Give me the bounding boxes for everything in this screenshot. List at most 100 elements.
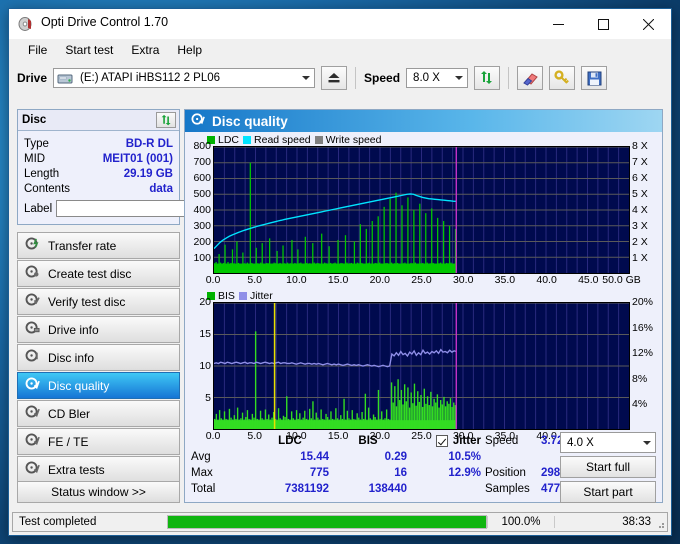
window-title: Opti Drive Control 1.70 [41,15,169,29]
max-bis: 16 [394,467,407,479]
statistics-table: LDC BIS Jitter Avg 15.44 0.29 10.5% Max … [191,433,481,497]
sidebar-item-verify-test-disc[interactable]: Verify test disc [17,288,180,315]
legend-item-ldc: LDC [207,134,239,146]
sidebar-item-transfer-rate[interactable]: Transfer rate [17,232,180,259]
total-ldc: 7381192 [284,483,329,495]
sidebar-item-drive-info[interactable]: Drive info [17,316,180,343]
legend-label: BIS [218,289,235,302]
bottom-chart-y2-axis: 20% 16% 12% 8% 4% [630,296,662,430]
disc-label-row: Label [24,199,260,218]
x-tick-label: 0.0 [205,274,221,286]
drive-value: (E:) ATAPI iHBS112 2 PL06 [80,72,221,84]
resize-grip[interactable] [655,519,665,529]
avg-bis: 0.29 [384,451,407,463]
x-tick-label: 15.0 [327,274,349,286]
disc-type-label: Type [24,137,49,150]
jitter-header-cell: Jitter [407,435,481,447]
top-chart-plot-row: 800 700 600 500 400 300 200 100 8 X 7 X 6 X 5 X 4 X… [185,140,662,274]
legend-label: Read speed [254,133,311,146]
table-row: Max 775 16 12.9% [191,465,481,481]
y2-tick-label: 4 X [632,204,648,216]
disc-row-mid: MID MEIT01 (001) [24,151,173,166]
disc-length-label: Length [24,167,60,180]
menu-item-help[interactable]: Help [168,41,211,59]
disc-mid-label: MID [24,152,46,165]
y-tick-label: 700 [193,156,211,168]
close-button[interactable] [626,9,671,39]
top-chart-y2-axis: 8 X 7 X 6 X 5 X 4 X 3 X 2 X 1 X [630,140,662,274]
drive-icon [57,71,74,86]
panel-header: Disc quality [185,110,662,132]
x-tick-label: 5.0 [247,274,262,286]
eject-button[interactable] [321,66,348,90]
y2-tick-label: 8% [632,372,648,385]
menu-item-start-test[interactable]: Start test [56,41,122,59]
sidebar-item-extra-tests[interactable]: Extra tests [17,456,180,483]
y2-tick-label: 1 X [632,252,648,264]
sidebar-item-cd-bler[interactable]: CD Bler [17,400,180,427]
disc-group-header: Disc [18,110,179,131]
max-ldc: 775 [309,467,329,479]
chevron-down-icon [302,76,311,80]
speed-select[interactable]: 8.0 X [406,68,469,88]
x-tick-label: 50.0 GB [602,274,641,286]
minimize-button[interactable] [536,9,581,39]
y2-tick-label: 7 X [632,156,648,168]
sidebar-item-disc-info[interactable]: Disc info [17,344,180,371]
disc-extra-icon [25,460,40,480]
bottom-chart-plot-row: 20 15 10 5 20% 16% 12% 8% 4% [185,296,662,430]
speed-readout-label: Speed [485,435,519,447]
sidebar-item-disc-quality[interactable]: Disc quality [17,372,180,399]
speed-value: 8.0 X [413,72,440,84]
sidebar-label: FE / TE [48,434,89,449]
y-tick-label: 400 [193,204,211,216]
table-row: Avg 15.44 0.29 10.5% [191,449,481,465]
save-button[interactable] [581,66,608,90]
disc-row-length: Length 29.19 GB [24,166,173,181]
chevron-down-icon [643,440,651,445]
sidebar-label: Verify test disc [48,294,126,309]
sidebar-label: Extra tests [48,462,105,477]
eraser-button[interactable] [517,66,544,90]
disc-refresh-button[interactable] [156,112,176,128]
x-tick-label: 25.0 [411,274,432,286]
disc-group: Disc Type BD-R DL MID MEIT01 (001) Lengt… [17,109,260,225]
disc-contents-value: data [149,182,173,195]
sidebar-label: Drive info [48,322,99,337]
disc-info-icon [25,348,40,368]
progress-percent: 100.0% [487,516,554,528]
table-row: Total 7381192 138440 [191,481,481,497]
disc-details: Type BD-R DL MID MEIT01 (001) Length 29.… [18,131,260,224]
disc-write-icon [25,264,40,284]
y-tick-label: 800 [193,140,211,152]
sidebar-item-fe-te[interactable]: FE / TE [17,428,180,455]
status-window-button[interactable]: Status window >> [17,481,180,503]
position-readout-label: Position [485,467,526,479]
test-speed-select[interactable]: 4.0 X [560,432,656,453]
legend-swatch [238,291,247,300]
action-panel: 4.0 X Start full Start part [560,432,656,503]
sidebar-item-create-test-disc[interactable]: Create test disc [17,260,180,287]
disc-mid-value: MEIT01 (001) [102,152,173,165]
disc-bler-icon [25,404,40,424]
y2-tick-label: 5 X [632,188,648,200]
status-bar: Test completed 100.0% 38:33 [12,512,668,532]
bottom-chart-legend: BIS Jitter [185,288,662,302]
y-tick-label: 10 [199,360,211,372]
maximize-button[interactable] [581,9,626,39]
refresh-button[interactable] [474,66,501,90]
avg-ldc: 15.44 [300,451,329,463]
start-part-button[interactable]: Start part [560,481,656,503]
start-full-button[interactable]: Start full [560,456,656,478]
menu-item-file[interactable]: File [19,41,56,59]
y-tick-label: 20 [199,296,211,308]
key-button[interactable] [549,66,576,90]
legend-item-jitter: Jitter [238,290,273,302]
legend-label: LDC [218,133,240,146]
drive-select[interactable]: (E:) ATAPI iHBS112 2 PL06 [53,68,316,88]
menu-item-extra[interactable]: Extra [122,41,168,59]
jitter-checkbox[interactable] [435,435,448,447]
disc-contents-label: Contents [24,182,71,195]
progress-bar [167,515,487,529]
disc-rate-icon [25,236,40,256]
